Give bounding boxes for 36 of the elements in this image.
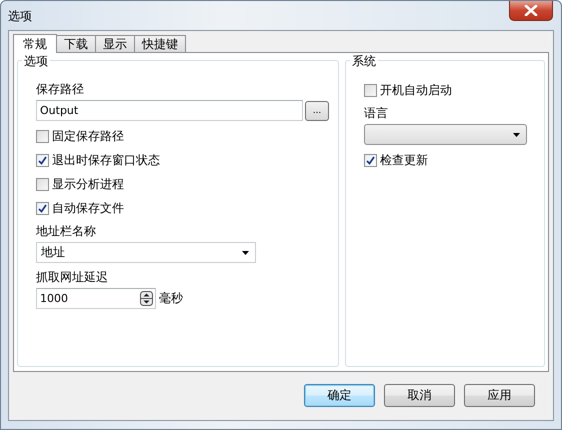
number-field[interactable]: 1000 bbox=[36, 288, 156, 309]
close-icon bbox=[524, 5, 538, 16]
spin-buttons-icon[interactable] bbox=[140, 291, 153, 306]
field-label: 语言 bbox=[364, 105, 389, 121]
input-field[interactable]: Output bbox=[36, 100, 303, 121]
checkbox-label: 显示分析进程 bbox=[52, 176, 124, 192]
tab[interactable]: 常规 bbox=[13, 34, 57, 53]
dropdown[interactable]: 地址 bbox=[36, 242, 256, 263]
checkbox[interactable] bbox=[36, 130, 49, 142]
dropdown-arrow-icon bbox=[513, 132, 520, 136]
tab[interactable]: 显示 bbox=[95, 35, 135, 52]
dialog-button[interactable]: 应用 bbox=[464, 384, 535, 407]
unit-label: 毫秒 bbox=[159, 290, 183, 307]
dialog-button[interactable]: 取消 bbox=[384, 384, 455, 407]
dropdown-arrow-icon bbox=[242, 250, 249, 254]
group-title: 选项 bbox=[22, 53, 50, 70]
checkbox[interactable] bbox=[36, 178, 49, 190]
checkbox-label: 开机自动启动 bbox=[380, 82, 452, 98]
checkbox-label: 退出时保存窗口状态 bbox=[52, 152, 160, 168]
field-label: 抓取网址延迟 bbox=[36, 269, 109, 285]
close-button[interactable] bbox=[509, 1, 553, 21]
checkbox[interactable] bbox=[364, 154, 377, 166]
dropdown[interactable] bbox=[364, 124, 527, 145]
tab[interactable]: 快捷键 bbox=[134, 35, 186, 52]
checkbox[interactable] bbox=[36, 154, 49, 166]
checkbox[interactable] bbox=[36, 202, 49, 214]
dialog-button[interactable]: 确定 bbox=[304, 384, 375, 407]
checkbox-label: 自动保存文件 bbox=[52, 200, 124, 216]
checkbox-label: 固定保存路径 bbox=[52, 128, 124, 144]
checkbox[interactable] bbox=[364, 84, 377, 96]
field-label: 地址栏名称 bbox=[36, 223, 97, 239]
checkbox-label: 检查更新 bbox=[380, 152, 428, 168]
window-title: 选项 bbox=[8, 8, 32, 25]
tab[interactable]: 下载 bbox=[56, 35, 96, 52]
browse-button[interactable]: ... bbox=[305, 100, 329, 120]
field-label: 保存路径 bbox=[36, 81, 85, 97]
